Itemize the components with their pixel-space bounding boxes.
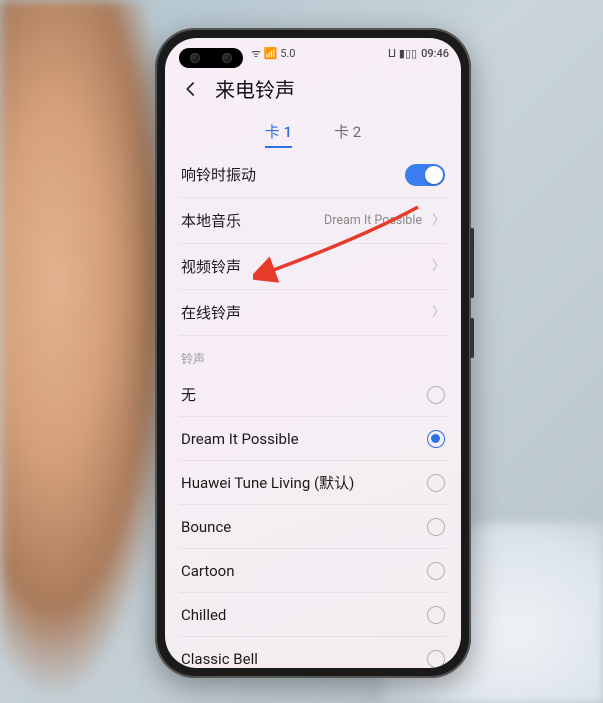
page-title: 来电铃声: [215, 74, 295, 103]
phone-screen: ᯤ 📶 5.0 ⵡ ▮▯▯ 09:46 来电铃声 卡 1 卡 2 响铃: [165, 38, 461, 668]
ringtone-section-header: 铃声: [179, 336, 447, 373]
status-clock: 09:46: [421, 47, 449, 60]
row-local-music[interactable]: 本地音乐 Dream It Possible 〉: [179, 198, 447, 244]
row-label: 视频铃声: [181, 256, 241, 277]
ringtone-label: 无: [181, 384, 196, 405]
radio-icon[interactable]: [427, 430, 445, 448]
radio-icon[interactable]: [427, 474, 445, 492]
ringtone-label: Dream It Possible: [181, 430, 299, 448]
radio-icon[interactable]: [427, 606, 445, 624]
row-video-ringtone[interactable]: 视频铃声 〉: [179, 244, 447, 290]
status-left-icons: ᯤ 📶 5.0: [251, 46, 295, 61]
ringtone-item-huawei-tune-living[interactable]: Huawei Tune Living (默认): [179, 461, 447, 505]
sim-tabs: 卡 1 卡 2: [165, 113, 461, 152]
row-vibrate-on-ring[interactable]: 响铃时振动: [179, 152, 447, 198]
row-online-ringtone[interactable]: 在线铃声 〉: [179, 290, 447, 336]
tab-sim2[interactable]: 卡 2: [334, 121, 361, 148]
radio-icon[interactable]: [427, 518, 445, 536]
chevron-right-icon: 〉: [432, 214, 445, 227]
power-button: [470, 318, 474, 358]
ringtone-label: Huawei Tune Living (默认): [181, 472, 354, 493]
back-button[interactable]: [181, 79, 201, 99]
ringtone-item-none[interactable]: 无: [179, 373, 447, 417]
ringtone-label: Cartoon: [181, 562, 235, 580]
toggle-knob: [425, 166, 443, 184]
ringtone-label: Bounce: [181, 518, 231, 536]
status-right-icons: ⵡ ▮▯▯: [388, 47, 417, 60]
row-label: 本地音乐: [181, 210, 241, 231]
row-value: Dream It Possible: [324, 213, 422, 228]
ringtone-label: Classic Bell: [181, 650, 258, 668]
row-label: 响铃时振动: [181, 164, 256, 185]
chevron-right-icon: 〉: [432, 306, 445, 319]
radio-icon[interactable]: [427, 386, 445, 404]
row-label: 在线铃声: [181, 302, 241, 323]
ringtone-item-dream-it-possible[interactable]: Dream It Possible: [179, 417, 447, 461]
tab-sim1[interactable]: 卡 1: [265, 121, 292, 148]
environment-hand: [0, 0, 180, 703]
app-header: 来电铃声: [165, 68, 461, 113]
volume-button: [470, 228, 474, 298]
ringtone-item-chilled[interactable]: Chilled: [179, 593, 447, 637]
vibrate-toggle[interactable]: [405, 164, 445, 186]
ringtone-item-classic-bell[interactable]: Classic Bell: [179, 637, 447, 668]
ringtone-item-bounce[interactable]: Bounce: [179, 505, 447, 549]
settings-content: 响铃时振动 本地音乐 Dream It Possible 〉 视频铃声 〉: [165, 152, 461, 668]
ringtone-item-cartoon[interactable]: Cartoon: [179, 549, 447, 593]
radio-icon[interactable]: [427, 562, 445, 580]
phone-frame: ᯤ 📶 5.0 ⵡ ▮▯▯ 09:46 来电铃声 卡 1 卡 2 响铃: [155, 28, 471, 678]
camera-cutout: [179, 48, 243, 68]
radio-icon[interactable]: [427, 650, 445, 668]
ringtone-label: Chilled: [181, 606, 226, 624]
chevron-right-icon: 〉: [432, 260, 445, 273]
